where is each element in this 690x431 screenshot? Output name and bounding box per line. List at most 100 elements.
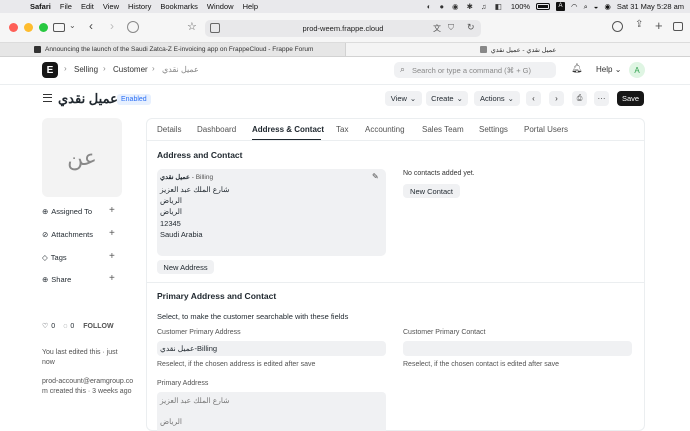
last-edited-text: You last edited this · just now (42, 349, 118, 366)
breadcrumb-customer[interactable]: Customer (113, 65, 148, 74)
form-card (146, 118, 645, 431)
siri-icon[interactable]: ◉ (604, 2, 611, 11)
more-button[interactable]: ··· (594, 91, 609, 106)
edit-pencil-icon[interactable]: ✎ (372, 172, 379, 181)
customer-primary-contact-help: Reselect, if the chosen contact is edite… (403, 361, 560, 368)
sidebar-share[interactable]: ⊕ Share (42, 275, 71, 284)
bookmark-star-icon[interactable]: ☆ (187, 20, 197, 33)
translate-icon[interactable]: 文 (433, 23, 441, 34)
menu-help[interactable]: Help (243, 2, 258, 11)
menu-bookmarks[interactable]: Bookmarks (160, 2, 198, 11)
frappe-favicon-icon (479, 46, 487, 53)
comment-icon[interactable]: ◌ (63, 323, 67, 330)
chevron-down-icon: ⌄ (614, 65, 622, 74)
tab-dashboard[interactable]: Dashboard (197, 125, 236, 134)
input-source-icon[interactable]: A (556, 2, 566, 11)
tab-portal-users[interactable]: Portal Users (524, 125, 568, 134)
comments-count: 0 (70, 322, 75, 330)
menubar-clock[interactable]: Sat 31 May 5:28 am (617, 2, 684, 11)
more-icon: ··· (597, 94, 606, 103)
status-icons[interactable]: ◐ ● ◉ ✱ ♫ ◧ (427, 2, 505, 11)
print-button[interactable]: ⎙ (572, 91, 587, 106)
control-center-icon[interactable]: ◒ (594, 2, 599, 11)
address-card: عميل نقدي - Billing ✎ شارع الملك عبد الع… (157, 169, 386, 256)
shield-icon[interactable]: ⛉ (448, 23, 454, 33)
user-avatar[interactable]: A (629, 62, 645, 78)
breadcrumb-current[interactable]: عميل نقدي (162, 65, 199, 74)
customer-primary-contact-label: Customer Primary Contact (403, 329, 486, 336)
tab-tax[interactable]: Tax (336, 125, 348, 134)
save-button[interactable]: Save (617, 91, 644, 106)
app-logo[interactable]: E (42, 62, 58, 78)
active-tab-indicator (252, 139, 321, 140)
sidebar-attachments[interactable]: ⊘ Attachments (42, 230, 93, 239)
customer-primary-contact-input[interactable] (403, 341, 632, 356)
back-icon[interactable]: ‹ (89, 19, 93, 33)
new-contact-button[interactable]: New Contact (403, 184, 460, 198)
forward-icon[interactable]: › (110, 19, 114, 33)
downloads-icon[interactable] (612, 21, 623, 32)
customer-primary-address-input[interactable]: عميل نقدي-Billing (157, 341, 386, 356)
zoom-window-icon[interactable] (39, 23, 48, 32)
reload-icon[interactable]: ↻ (467, 22, 475, 33)
address-bar[interactable]: prod-weem.frappe.cloud 文 ⛉ ↻ (205, 20, 481, 37)
tab-details[interactable]: Details (157, 125, 181, 134)
previous-doc-button[interactable]: ‹ (526, 91, 541, 106)
sidebar-assigned-to[interactable]: ⊕ Assigned To (42, 207, 92, 216)
new-address-button[interactable]: New Address (157, 260, 214, 274)
menu-app-safari[interactable]: Safari (30, 2, 51, 11)
sidebar-tags[interactable]: ◇ Tags (42, 253, 67, 262)
tab-overview-icon[interactable] (673, 22, 683, 31)
actions-label: Actions (480, 94, 505, 103)
printer-icon: ⎙ (576, 94, 583, 102)
menu-edit[interactable]: Edit (81, 2, 94, 11)
section-title-primary: Primary Address and Contact (157, 291, 277, 301)
search-input[interactable]: Search or type a command (⌘ + G) (412, 66, 531, 75)
create-button[interactable]: Create ⌄ (426, 91, 468, 106)
actions-button[interactable]: Actions ⌄ (474, 91, 520, 106)
next-doc-button[interactable]: › (549, 91, 564, 106)
tab-accounting[interactable]: Accounting (365, 125, 405, 134)
tab-settings[interactable]: Settings (479, 125, 508, 134)
app-navbar: E › Selling › Customer › عميل نقدي ⌕ Sea… (0, 57, 690, 85)
browser-tab-strip: Announcing the launch of the Saudi Zatca… (0, 43, 690, 57)
sidebar-engagement: ♡ 0 ◌ 0 FOLLOW (42, 322, 114, 331)
sidebar-label: Assigned To (51, 207, 93, 216)
tab-sales-team[interactable]: Sales Team (422, 125, 464, 134)
tab-address-contact[interactable]: Address & Contact (252, 125, 324, 134)
share-icon[interactable]: ⇪ (635, 19, 643, 30)
add-tag-icon[interactable]: + (109, 251, 115, 262)
add-attachment-icon[interactable]: + (109, 228, 115, 239)
menu-file[interactable]: File (60, 2, 72, 11)
customer-primary-address-help: Reselect, if the chosen address is edite… (157, 361, 316, 368)
create-label: Create (431, 94, 454, 103)
primary-address-line: الرياض (160, 417, 182, 426)
assign-icon: ⊕ (42, 207, 49, 216)
add-assignment-icon[interactable]: + (109, 205, 115, 216)
breadcrumb-selling[interactable]: Selling (74, 65, 98, 74)
new-tab-icon[interactable]: + (655, 18, 663, 33)
browser-tab-customer[interactable]: عميل نقدي - عميل نقدي (345, 43, 690, 56)
spotlight-icon[interactable]: ⌕ (584, 2, 588, 12)
sidebar-toggle-icon[interactable] (43, 94, 52, 102)
primary-address-label: Primary Address (157, 380, 209, 387)
close-window-icon[interactable] (9, 23, 18, 32)
customer-image[interactable]: عن (42, 118, 122, 197)
help-dropdown[interactable]: Help ⌄ (596, 65, 621, 74)
minimize-window-icon[interactable] (24, 23, 33, 32)
sidebar-toggle-icon[interactable] (53, 23, 65, 32)
menu-history[interactable]: History (128, 2, 151, 11)
add-share-icon[interactable]: + (109, 273, 115, 284)
notification-bell-icon[interactable]: 🔔︎ (571, 63, 582, 74)
view-button[interactable]: View ⌄ (385, 91, 422, 106)
privacy-icon[interactable] (127, 21, 139, 33)
chevron-down-icon[interactable]: ⌄ (69, 21, 76, 30)
awesomebar-search[interactable]: ⌕ Search or type a command (⌘ + G) (394, 62, 556, 78)
heart-icon[interactable]: ♡ (42, 322, 48, 330)
follow-button[interactable]: FOLLOW (83, 323, 113, 330)
menu-window[interactable]: Window (207, 2, 234, 11)
wifi-icon[interactable]: ◠ (571, 2, 578, 11)
battery-icon[interactable] (536, 3, 551, 10)
browser-tab-forum[interactable]: Announcing the launch of the Saudi Zatca… (34, 43, 344, 56)
menu-view[interactable]: View (103, 2, 119, 11)
